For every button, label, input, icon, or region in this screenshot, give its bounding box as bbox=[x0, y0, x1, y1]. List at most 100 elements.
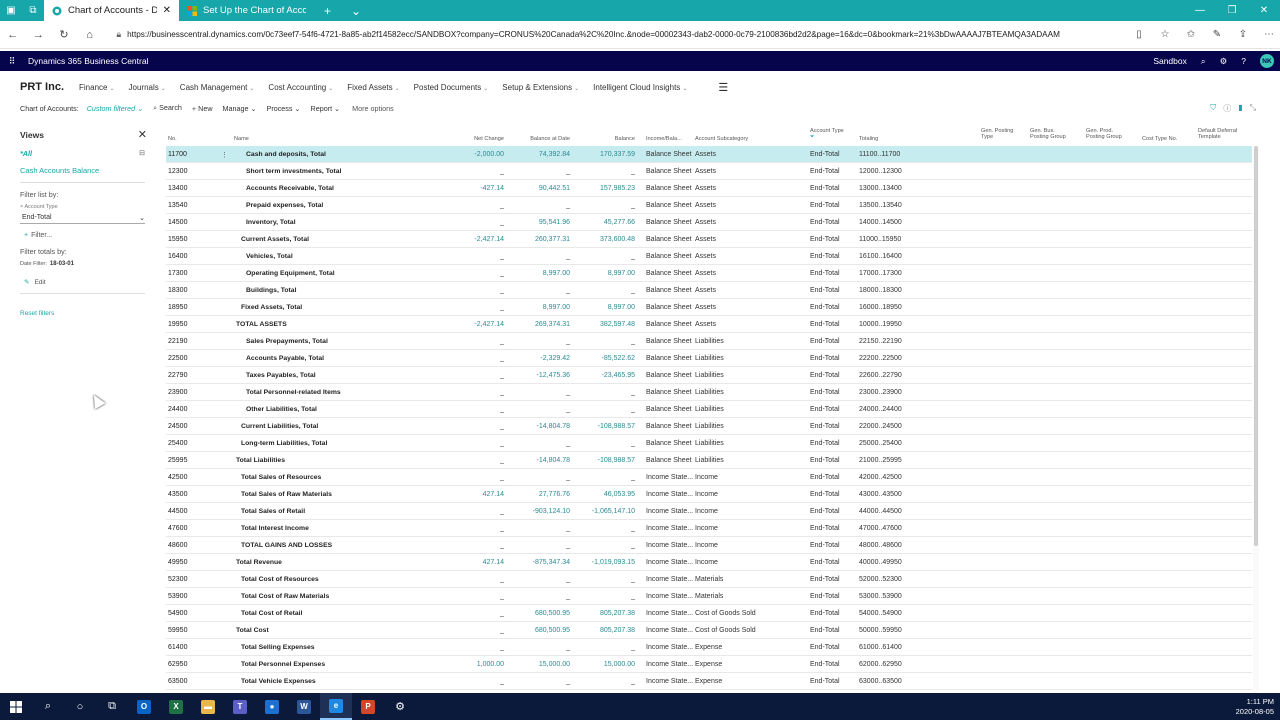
table-row[interactable]: 13540 Prepaid expenses, Total _ _ _ Balance S… bbox=[166, 197, 1252, 214]
net-change[interactable]: _ bbox=[434, 253, 504, 260]
account-no[interactable]: 53900 bbox=[168, 593, 187, 600]
balance[interactable]: 170,337.59 bbox=[565, 151, 635, 158]
balance[interactable]: 157,985.23 bbox=[565, 185, 635, 192]
net-change[interactable]: _ bbox=[434, 678, 504, 685]
header-income-balance[interactable]: Income/Bala... bbox=[646, 136, 682, 142]
account-no[interactable]: 25995 bbox=[168, 457, 187, 464]
report-menu[interactable]: Report ⌄ bbox=[311, 104, 341, 113]
header-cost-type-no[interactable]: Cost Type No. bbox=[1142, 136, 1177, 142]
balance-at-date[interactable]: _ bbox=[500, 542, 570, 549]
balance[interactable]: _ bbox=[565, 389, 635, 396]
balance[interactable]: _ bbox=[565, 542, 635, 549]
net-change[interactable]: _ bbox=[434, 270, 504, 277]
table-row[interactable]: 11700 Cash and deposits, Total -2,000.00 74… bbox=[166, 146, 1252, 163]
balance-at-date[interactable]: 90,442.51 bbox=[500, 185, 570, 192]
table-row[interactable]: 62950 Total Personnel Expenses 1,000.00 15,… bbox=[166, 656, 1252, 673]
tab-actions-icon[interactable]: ▣ bbox=[0, 0, 22, 21]
account-name[interactable]: TOTAL ASSETS bbox=[236, 321, 287, 328]
table-row[interactable]: 54900 Total Cost of Retail _ 680,500.95 805,… bbox=[166, 605, 1252, 622]
start-windows-icon[interactable] bbox=[0, 693, 32, 720]
table-row[interactable]: 22190 Sales Prepayments, Total _ _ _ Balance … bbox=[166, 333, 1252, 350]
net-change[interactable]: -2,000.00 bbox=[434, 151, 504, 158]
set-tabs-aside-icon[interactable]: ⧉ bbox=[22, 0, 44, 21]
search-icon[interactable]: ⌕ bbox=[1201, 56, 1206, 67]
account-name[interactable]: TOTAL GAINS AND LOSSES bbox=[241, 542, 332, 549]
excel-icon[interactable]: X bbox=[160, 693, 192, 720]
more-options-button[interactable]: More options bbox=[352, 104, 394, 113]
balance-at-date[interactable]: 260,377.31 bbox=[500, 236, 570, 243]
table-row[interactable]: 24500 Current Liabilities, Total _ -14,804.… bbox=[166, 418, 1252, 435]
net-change[interactable]: _ bbox=[434, 389, 504, 396]
net-change[interactable]: 1,000.00 bbox=[434, 661, 504, 668]
row-actions-icon[interactable]: ⋮ bbox=[221, 151, 228, 159]
table-row[interactable]: 17300 Operating Equipment, Total _ 8,997.00… bbox=[166, 265, 1252, 282]
header-balance[interactable]: Balance bbox=[615, 136, 635, 142]
header-no[interactable]: No. bbox=[168, 136, 177, 142]
header-default-deferral-template[interactable]: Default Deferral Template bbox=[1198, 128, 1248, 140]
net-change[interactable]: _ bbox=[434, 644, 504, 651]
account-name[interactable]: Total Interest Income bbox=[241, 525, 309, 532]
table-row[interactable]: 23900 Total Personnel-related Items _ _ _ Bal… bbox=[166, 384, 1252, 401]
new-button[interactable]: + New bbox=[192, 104, 213, 113]
environment-label[interactable]: Sandbox bbox=[1153, 56, 1187, 66]
net-change[interactable]: -2,427.14 bbox=[434, 321, 504, 328]
account-no[interactable]: 22790 bbox=[168, 372, 187, 379]
balance-at-date[interactable]: _ bbox=[500, 168, 570, 175]
balance-at-date[interactable]: 15,000.00 bbox=[500, 661, 570, 668]
close-window-icon[interactable]: ✕ bbox=[1248, 0, 1280, 21]
header-totaling[interactable]: Totaling bbox=[859, 136, 878, 142]
filter-pane-toggle-icon[interactable]: ⛉ bbox=[1210, 103, 1216, 114]
pen-icon[interactable]: ✎ bbox=[1206, 29, 1228, 40]
balance[interactable]: 45,277.66 bbox=[565, 219, 635, 226]
menu-intelligent-cloud-insights[interactable]: Intelligent Cloud Insights ⌄ bbox=[586, 83, 694, 92]
menu-cost-accounting[interactable]: Cost Accounting ⌄ bbox=[261, 83, 340, 92]
balance[interactable]: 382,597.48 bbox=[565, 321, 635, 328]
balance-at-date[interactable]: -903,124.10 bbox=[500, 508, 570, 515]
reading-view-icon[interactable]: ▯ bbox=[1128, 29, 1150, 40]
table-row[interactable]: 16400 Vehicles, Total _ _ _ Balance Sheet Asse… bbox=[166, 248, 1252, 265]
system-clock[interactable]: 1:11 PM 2020-08-05 bbox=[1236, 697, 1274, 717]
refresh-icon[interactable]: ↻ bbox=[51, 28, 77, 41]
balance[interactable]: _ bbox=[565, 576, 635, 583]
minimize-icon[interactable]: — bbox=[1184, 0, 1216, 21]
back-icon[interactable]: ← bbox=[0, 29, 26, 41]
info-icon[interactable]: ⓘ bbox=[1223, 103, 1231, 114]
favorite-star-icon[interactable]: ☆ bbox=[1154, 29, 1176, 40]
balance[interactable]: -108,988.57 bbox=[565, 457, 635, 464]
balance-at-date[interactable]: _ bbox=[500, 389, 570, 396]
table-row[interactable]: 13400 Accounts Receivable, Total -427.14 90… bbox=[166, 180, 1252, 197]
account-no[interactable]: 18300 bbox=[168, 287, 187, 294]
balance-at-date[interactable]: _ bbox=[500, 474, 570, 481]
account-name[interactable]: Total Sales of Resources bbox=[241, 474, 321, 481]
header-name[interactable]: Name bbox=[234, 136, 249, 142]
net-change[interactable]: _ bbox=[434, 168, 504, 175]
net-change[interactable]: _ bbox=[434, 627, 504, 634]
file-explorer-icon[interactable]: ▬ bbox=[192, 693, 224, 720]
settings-gear-icon[interactable]: ⚙ bbox=[1220, 56, 1228, 67]
net-change[interactable]: _ bbox=[434, 610, 504, 617]
account-no[interactable]: 13400 bbox=[168, 185, 187, 192]
restore-icon[interactable]: ❐ bbox=[1216, 0, 1248, 21]
table-row[interactable]: 59950 Total Cost _ 680,500.95 805,207.38 Inco… bbox=[166, 622, 1252, 639]
account-name[interactable]: Inventory, Total bbox=[246, 219, 296, 226]
balance-at-date[interactable]: 74,392.84 bbox=[500, 151, 570, 158]
menu-posted-documents[interactable]: Posted Documents ⌄ bbox=[407, 83, 496, 92]
collapse-icon[interactable]: ⤡ bbox=[1250, 103, 1256, 114]
balance-at-date[interactable]: _ bbox=[500, 338, 570, 345]
account-no[interactable]: 61400 bbox=[168, 644, 187, 651]
net-change[interactable]: _ bbox=[434, 474, 504, 481]
table-row[interactable]: 47600 Total Interest Income _ _ _ Income Stat… bbox=[166, 520, 1252, 537]
account-no[interactable]: 14500 bbox=[168, 219, 187, 226]
balance[interactable]: _ bbox=[565, 440, 635, 447]
account-no[interactable]: 42500 bbox=[168, 474, 187, 481]
account-no[interactable]: 49950 bbox=[168, 559, 187, 566]
account-name[interactable]: Total Cost of Resources bbox=[241, 576, 319, 583]
view-filter-dropdown[interactable]: Custom filtered ⌄ bbox=[87, 104, 143, 113]
table-row[interactable]: 25995 Total Liabilities _ -14,804.78 -108,98… bbox=[166, 452, 1252, 469]
balance[interactable]: _ bbox=[565, 525, 635, 532]
account-name[interactable]: Buildings, Total bbox=[246, 287, 296, 294]
balance-at-date[interactable]: _ bbox=[500, 406, 570, 413]
account-name[interactable]: Total Personnel Expenses bbox=[241, 661, 325, 668]
net-change[interactable]: _ bbox=[434, 219, 504, 226]
account-no[interactable]: 16400 bbox=[168, 253, 187, 260]
